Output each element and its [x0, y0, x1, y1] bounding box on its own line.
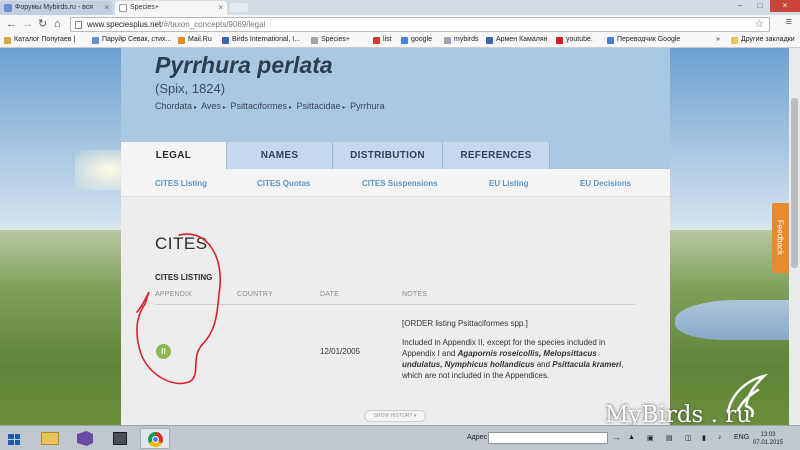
browser-tab-species[interactable]: Species+ × — [115, 1, 227, 15]
bookmark-item[interactable]: Каталог Попугаев | — [4, 36, 76, 44]
bookmark-favicon-icon — [373, 37, 380, 44]
bookmark-favicon-icon — [311, 37, 318, 44]
new-tab-button[interactable] — [230, 3, 248, 12]
bookmark-favicon-icon — [92, 37, 99, 44]
back-icon[interactable]: ← — [6, 17, 17, 32]
bookmark-favicon-icon — [401, 37, 408, 44]
bookmark-item[interactable]: mybirds — [444, 36, 479, 44]
address-toolbar-input[interactable] — [488, 432, 608, 444]
bookmark-label: youtube. — [566, 36, 593, 43]
close-tab-icon[interactable]: × — [104, 3, 109, 12]
address-bar[interactable]: www.speciesplus.net/#/taxon_concepts/906… — [70, 17, 770, 32]
language-indicator[interactable]: ENG — [734, 434, 749, 441]
bookmark-favicon-icon — [556, 37, 563, 44]
bookmark-label: Паруйр Севак, стих... — [102, 36, 172, 43]
bookmark-label: Species+ — [321, 36, 350, 43]
other-bookmarks-folder[interactable]: Другие закладки — [731, 36, 795, 44]
bookmark-label: Армен Камалян — [496, 36, 548, 43]
tab-title: Species+ — [130, 4, 159, 11]
bookmark-label: Birds International, I... — [232, 36, 301, 43]
url-host: www.speciesplus.net — [87, 20, 162, 29]
close-tab-icon[interactable]: × — [218, 3, 223, 12]
tray-volume-icon[interactable]: ♪ — [718, 434, 722, 441]
page-scrollbar[interactable] — [789, 48, 800, 425]
forum-favicon-icon — [4, 4, 12, 12]
bookmark-item[interactable]: youtube. — [556, 36, 593, 44]
window-controls: – □ × — [730, 0, 800, 12]
address-toolbar-label: Адрес — [467, 434, 488, 441]
bookmark-favicon-icon — [178, 37, 185, 44]
bookmarks-overflow-button[interactable]: » — [716, 36, 720, 43]
page-favicon-icon — [119, 4, 127, 12]
scrollbar-thumb[interactable] — [791, 98, 798, 268]
browser-tab-forum[interactable]: Форумы Mybirds.ru - вся × — [0, 1, 113, 15]
tray-arrow-icon[interactable]: ▲ — [628, 434, 635, 441]
bookmark-item[interactable]: Армен Камалян — [486, 36, 548, 44]
clock[interactable]: 13:03 07.01.2015 — [753, 431, 783, 447]
bookmark-favicon-icon — [486, 37, 493, 44]
explorer-icon[interactable] — [35, 428, 65, 449]
bookmark-item[interactable]: Переводчик Google — [607, 36, 681, 44]
bookmarks-bar: Переводчик Google youtube. Армен Камалян my… — [0, 34, 800, 48]
tray-app-icon[interactable]: ▣ — [647, 434, 654, 442]
url-path: /#/taxon_concepts/9069/legal — [161, 20, 266, 29]
bookmark-favicon-icon — [607, 37, 614, 44]
tab-title: Форумы Mybirds.ru - вся — [15, 4, 94, 11]
bookmark-favicon-icon — [444, 37, 451, 44]
tray-signal-icon[interactable]: ▮ — [702, 434, 706, 442]
taskbar: Адрес → ▲ ▣ ▤ ◫ ▮ ♪ ENG 13:03 07.01.2015 — [0, 425, 800, 450]
bookmark-item[interactable]: list — [373, 36, 392, 44]
home-icon[interactable]: ⌂ — [54, 17, 61, 32]
bookmark-item[interactable]: Mail.Ru — [178, 36, 212, 44]
watermark-bird-icon — [726, 373, 768, 417]
hand-drawn-annotation — [136, 233, 221, 385]
bookmark-item[interactable]: Species+ — [311, 36, 350, 44]
visual-studio-icon[interactable] — [70, 428, 100, 449]
desktop-lake — [675, 300, 800, 340]
tab-strip: Форумы Mybirds.ru - вся × Species+ × – □… — [0, 0, 800, 15]
maximize-icon[interactable]: □ — [750, 0, 770, 12]
other-bookmarks-label: Другие закладки — [741, 36, 795, 43]
tray-network-icon[interactable]: ◫ — [685, 434, 692, 442]
minimize-icon[interactable]: – — [730, 0, 750, 12]
bookmark-label: Mail.Ru — [188, 36, 212, 43]
page-icon — [75, 21, 82, 29]
species-page: Pyrrhura perlata (Spix, 1824) Chordata ▸ … — [121, 48, 670, 425]
browser-toolbar: ← → ↻ ⌂ www.speciesplus.net/#/taxon_conc… — [0, 15, 800, 34]
forward-icon[interactable]: → — [22, 17, 33, 32]
app-icon[interactable] — [105, 428, 135, 449]
feedback-label: Feedback — [775, 219, 785, 256]
star-icon[interactable]: ☆ — [754, 17, 764, 30]
bookmark-label: list — [383, 36, 392, 43]
bookmark-item[interactable]: google — [401, 36, 433, 44]
bookmark-label: mybirds — [454, 36, 479, 43]
reload-icon[interactable]: ↻ — [38, 17, 47, 32]
start-icon[interactable] — [8, 434, 20, 445]
chrome-icon[interactable] — [140, 428, 170, 449]
bookmark-item[interactable]: Паруйр Севак, стих... — [92, 36, 172, 44]
feedback-tab[interactable]: Feedback — [772, 203, 789, 273]
bookmark-item[interactable]: Birds International, I... — [222, 36, 301, 44]
go-arrow-icon[interactable]: → — [612, 432, 621, 442]
menu-icon[interactable]: ≡ — [786, 16, 792, 28]
bookmark-favicon-icon — [222, 37, 229, 44]
bookmark-label: Каталог Попугаев | — [14, 36, 76, 43]
close-window-icon[interactable]: × — [770, 0, 800, 12]
clock-date: 07.01.2015 — [753, 440, 784, 446]
bookmark-label: Переводчик Google — [617, 36, 681, 43]
tray-printer-icon[interactable]: ▤ — [666, 434, 673, 442]
folder-icon — [731, 37, 738, 44]
clock-time: 13:03 — [760, 432, 776, 438]
bookmark-favicon-icon — [4, 37, 11, 44]
bookmark-label: google — [411, 36, 433, 43]
